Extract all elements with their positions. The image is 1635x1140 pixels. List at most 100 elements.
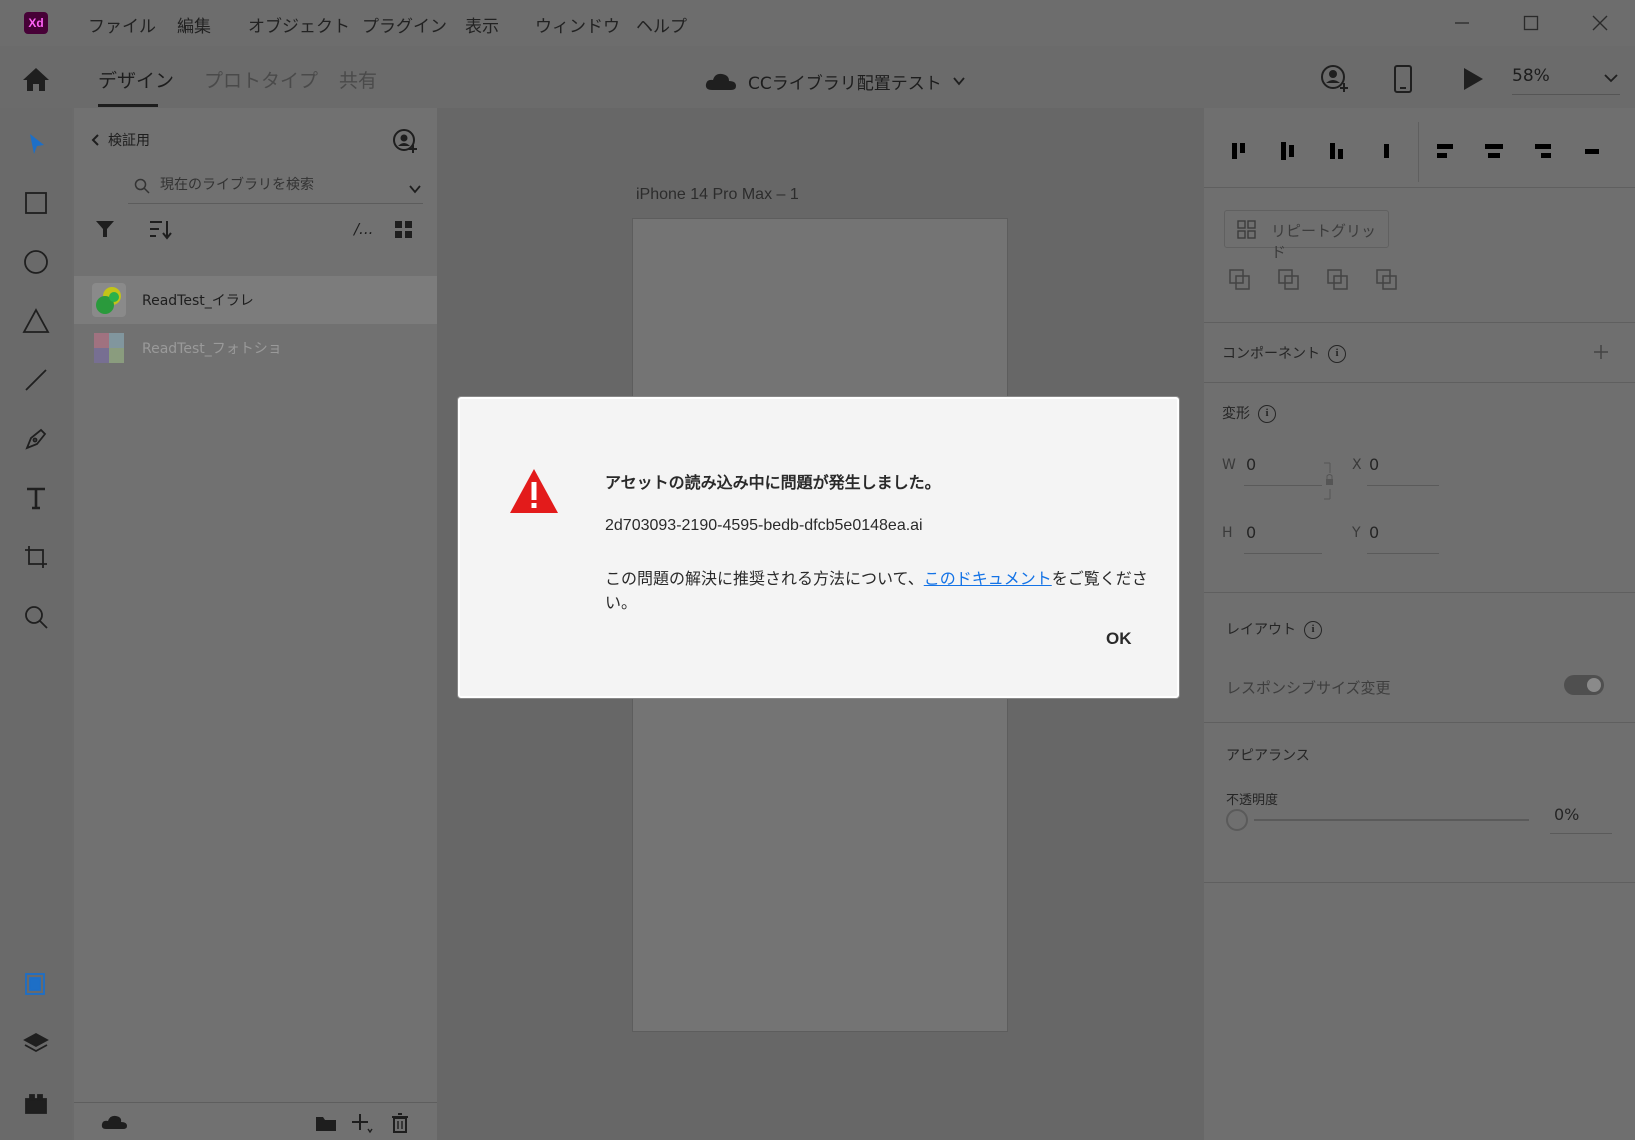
plugins-panel-button[interactable]	[20, 1088, 52, 1120]
select-tool[interactable]	[20, 128, 52, 160]
x-field[interactable]: 0	[1369, 455, 1379, 474]
play-icon	[1464, 68, 1483, 90]
y-field[interactable]: 0	[1369, 523, 1379, 542]
zoom-level[interactable]: 58%	[1512, 66, 1550, 86]
library-item[interactable]: ReadTest_フォトショ	[74, 324, 437, 372]
document-title-dropdown[interactable]: CCライブラリ配置テスト	[704, 66, 966, 96]
pen-icon	[25, 428, 47, 450]
grid-view-icon[interactable]	[394, 220, 414, 240]
library-item[interactable]: ReadTest_イラレ	[74, 276, 437, 324]
maximize-button[interactable]	[1516, 10, 1546, 36]
close-window-button[interactable]	[1585, 10, 1615, 36]
align-right-icon[interactable]	[1530, 138, 1556, 164]
opacity-slider-handle[interactable]	[1226, 809, 1248, 831]
tab-prototype[interactable]: プロトタイプ	[204, 66, 318, 93]
dialog-filename: 2d703093-2190-4595-bedb-dfcb5e0148ea.ai	[605, 517, 923, 534]
home-button[interactable]	[20, 64, 52, 94]
appearance-label: アピアランス	[1226, 748, 1310, 764]
cloud-icon[interactable]	[100, 1113, 128, 1131]
zoom-chevron-icon[interactable]	[1603, 70, 1619, 86]
error-dialog: アセットの読み込み中に問題が発生しました。 2d703093-2190-4595…	[458, 397, 1179, 698]
pen-tool[interactable]	[20, 423, 52, 455]
menu-edit[interactable]: 編集	[177, 12, 211, 37]
y-underline	[1367, 553, 1439, 554]
align-center-icon[interactable]	[1481, 138, 1507, 164]
library-back-button[interactable]: 検証用	[90, 130, 150, 150]
menu-window[interactable]: ウィンドウ	[535, 12, 620, 37]
width-field[interactable]: 0	[1246, 455, 1256, 474]
lock-aspect-icon[interactable]	[1322, 461, 1336, 501]
line-tool[interactable]	[20, 364, 52, 396]
boolean-add-icon[interactable]	[1228, 268, 1252, 292]
ellipse-tool[interactable]	[20, 246, 52, 278]
home-icon	[23, 68, 49, 91]
search-scope-chevron-icon[interactable]	[408, 182, 422, 196]
invite-button[interactable]	[1320, 64, 1350, 98]
height-underline	[1244, 553, 1322, 554]
align-bottom-icon[interactable]	[1324, 138, 1350, 164]
artboard-tool[interactable]	[20, 541, 52, 573]
filter-icon[interactable]	[94, 218, 116, 240]
boolean-subtract-icon[interactable]	[1277, 268, 1301, 292]
opacity-field[interactable]: 0%	[1554, 805, 1579, 824]
distribute-horizontal-icon[interactable]	[1373, 138, 1399, 164]
layers-panel-button[interactable]	[20, 1028, 52, 1060]
warning-icon	[510, 469, 558, 513]
distribute-vertical-icon[interactable]	[1579, 138, 1605, 164]
responsive-resize-label: レスポンシブサイズ変更	[1226, 679, 1391, 697]
menu-file[interactable]: ファイル	[88, 12, 156, 37]
align-middle-icon[interactable]	[1275, 138, 1301, 164]
play-preview-button[interactable]	[1461, 66, 1485, 96]
transform-label: 変形	[1222, 406, 1250, 422]
align-top-icon[interactable]	[1226, 138, 1252, 164]
share-library-icon[interactable]	[392, 128, 418, 154]
trash-icon[interactable]	[390, 1112, 410, 1134]
rectangle-tool[interactable]	[20, 187, 52, 219]
folder-icon[interactable]	[314, 1113, 338, 1133]
tab-share[interactable]: 共有	[339, 66, 377, 93]
info-icon[interactable]: i	[1328, 345, 1346, 363]
menu-help[interactable]: ヘルプ	[636, 12, 687, 37]
opacity-slider-track[interactable]	[1254, 819, 1529, 821]
mobile-device-icon	[1394, 65, 1412, 93]
menu-plugins[interactable]: プラグイン	[362, 12, 447, 37]
sort-icon[interactable]	[148, 218, 172, 240]
minimize-button[interactable]	[1447, 10, 1477, 36]
layout-label: レイアウト	[1226, 622, 1296, 638]
info-icon[interactable]: i	[1258, 405, 1276, 423]
transform-section: 変形 i W 0 X 0 H 0 Y 0	[1204, 383, 1635, 593]
align-left-icon[interactable]	[1432, 138, 1458, 164]
add-component-icon[interactable]	[1592, 343, 1610, 361]
search-placeholder: 現在のライブラリを検索	[160, 177, 314, 193]
menu-object[interactable]: オブジェクト	[248, 12, 350, 37]
device-preview-button[interactable]	[1393, 64, 1413, 98]
menu-view[interactable]: 表示	[465, 12, 499, 37]
tab-design[interactable]: デザイン	[98, 66, 174, 93]
height-key: H	[1222, 525, 1233, 541]
path-view-button[interactable]: /...	[354, 220, 373, 238]
repeat-grid-button[interactable]: リピートグリッド	[1224, 210, 1389, 261]
libraries-panel-button[interactable]	[20, 968, 52, 1000]
polygon-tool[interactable]	[20, 305, 52, 337]
width-key: W	[1222, 457, 1236, 473]
library-search-input[interactable]: 現在のライブラリを検索	[128, 168, 423, 204]
help-document-link[interactable]: このドキュメント	[924, 569, 1052, 588]
y-key: Y	[1352, 525, 1361, 541]
x-key: X	[1352, 457, 1362, 473]
chevron-down-icon	[953, 77, 965, 86]
boolean-intersect-icon[interactable]	[1326, 268, 1350, 292]
text-tool[interactable]	[20, 482, 52, 514]
height-field[interactable]: 0	[1246, 523, 1256, 542]
layout-section: レイアウト i レスポンシブサイズ変更	[1204, 593, 1635, 723]
component-section: コンポーネント i	[1204, 323, 1635, 383]
xd-logo: Xd	[24, 12, 48, 34]
info-icon[interactable]: i	[1304, 621, 1322, 639]
triangle-icon	[22, 308, 50, 333]
zoom-tool[interactable]	[20, 601, 52, 633]
ok-button[interactable]: OK	[1106, 629, 1132, 649]
add-icon[interactable]	[350, 1112, 374, 1134]
line-icon	[25, 369, 47, 391]
boolean-exclude-icon[interactable]	[1375, 268, 1399, 292]
artboard-label[interactable]: iPhone 14 Pro Max – 1	[636, 186, 799, 204]
responsive-resize-toggle[interactable]	[1564, 675, 1604, 695]
